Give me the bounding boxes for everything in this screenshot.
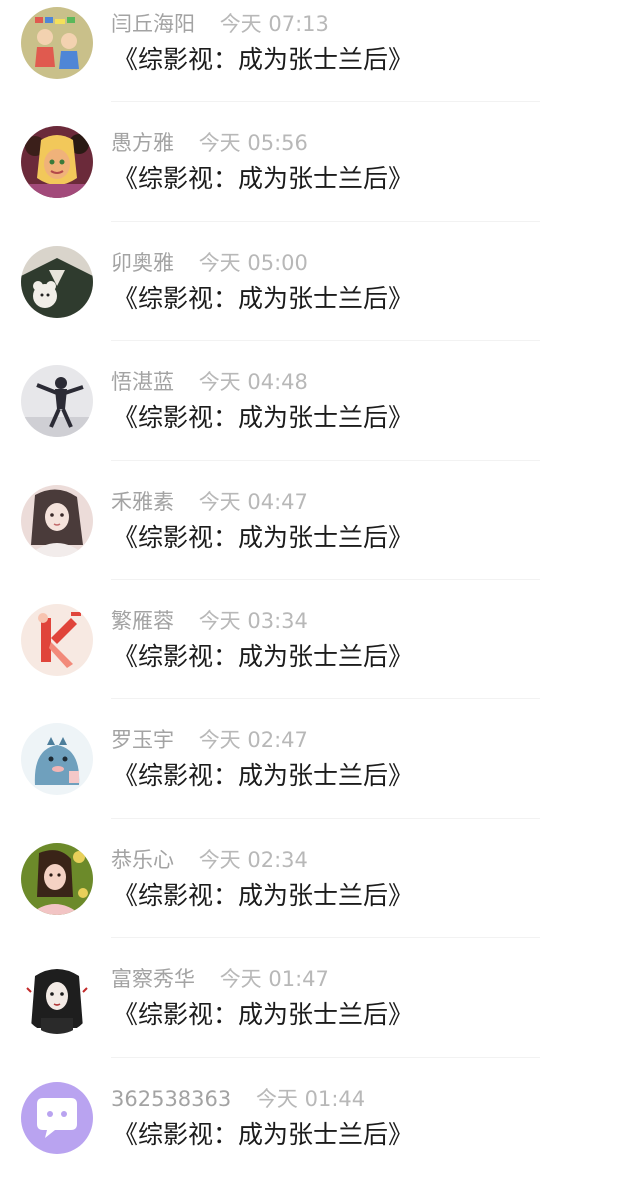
list-item[interactable]: 闫丘海阳 今天 07:13 《综影视：成为张士兰后》: [0, 0, 640, 119]
animated-princesses-avatar-icon[interactable]: [21, 126, 93, 199]
divider: [111, 1056, 540, 1058]
commenter-name[interactable]: 禾雅素: [111, 490, 174, 514]
comment-time: 今天 04:47: [198, 489, 308, 514]
divider: [111, 698, 540, 700]
commenter-name[interactable]: 富察秀华: [111, 967, 195, 991]
comment-text: 《综影视：成为张士兰后》: [113, 1119, 414, 1149]
jumping-person-avatar-icon[interactable]: [21, 365, 93, 438]
commenter-name[interactable]: 闫丘海阳: [111, 12, 195, 36]
divider: [111, 101, 540, 103]
list-item[interactable]: 禾雅素 今天 04:47 《综影视：成为张士兰后》: [0, 478, 640, 597]
comment-text: 《综影视：成为张士兰后》: [113, 403, 414, 433]
divider: [111, 459, 540, 461]
dark-haired-girl-avatar-icon[interactable]: [21, 962, 93, 1035]
commenter-name[interactable]: 362538363: [111, 1087, 231, 1111]
comment-time: 今天 02:34: [198, 847, 308, 872]
commenter-name[interactable]: 恭乐心: [111, 848, 174, 872]
list-item[interactable]: 悟湛蓝 今天 04:48 《综影视：成为张士兰后》: [0, 358, 640, 477]
comment-text: 《综影视：成为张士兰后》: [113, 45, 414, 74]
comment-time: 今天 04:48: [198, 370, 308, 395]
commenter-name[interactable]: 卯奥雅: [111, 251, 174, 275]
chat-bubble-avatar-icon[interactable]: [21, 1081, 93, 1154]
comment-time: 今天 01:44: [255, 1086, 366, 1111]
divider: [111, 340, 540, 342]
divider: [111, 578, 540, 580]
list-item[interactable]: 罗玉宇 今天 02:47 《综影视：成为张士兰后》: [0, 716, 640, 835]
comment-text: 《综影视：成为张士兰后》: [113, 522, 414, 552]
commenter-name[interactable]: 罗玉宇: [111, 728, 174, 752]
comment-time: 今天 05:00: [198, 250, 308, 275]
list-item[interactable]: 富察秀华 今天 01:47 《综影视：成为张士兰后》: [0, 955, 640, 1074]
commenter-name[interactable]: 悟湛蓝: [111, 370, 174, 394]
comment-list: 闫丘海阳 今天 07:13 《综影视：成为张士兰后》 愚方雅 今天 05:56: [0, 0, 640, 1194]
comment-text: 《综影视：成为张士兰后》: [113, 1000, 414, 1030]
divider: [111, 817, 540, 819]
comment-time: 今天 07:13: [219, 12, 329, 36]
comment-time: 今天 05:56: [198, 131, 308, 156]
commenter-name[interactable]: 繁雁蓉: [111, 609, 174, 633]
list-item[interactable]: 362538363 今天 01:44 《综影视：成为张士兰后》: [0, 1075, 640, 1194]
comment-time: 今天 02:47: [198, 728, 308, 753]
cartoon-kids-avatar-icon[interactable]: [21, 7, 93, 79]
comment-text: 《综影视：成为张士兰后》: [113, 880, 414, 910]
comment-time: 今天 03:34: [198, 608, 308, 633]
comment-text: 《综影视：成为张士兰后》: [113, 761, 414, 791]
illustrated-girl-avatar-icon[interactable]: [21, 484, 93, 557]
comment-text: 《综影视：成为张士兰后》: [113, 283, 414, 313]
list-item[interactable]: 恭乐心 今天 02:34 《综影视：成为张士兰后》: [0, 836, 640, 955]
commenter-name[interactable]: 愚方雅: [111, 131, 174, 155]
list-item[interactable]: 繁雁蓉 今天 03:34 《综影视：成为张士兰后》: [0, 597, 640, 716]
comment-text: 《综影视：成为张士兰后》: [113, 641, 414, 671]
list-item[interactable]: 愚方雅 今天 05:56 《综影视：成为张士兰后》: [0, 119, 640, 238]
list-item[interactable]: 卯奥雅 今天 05:00 《综影视：成为张士兰后》: [0, 239, 640, 358]
girl-with-flowers-avatar-icon[interactable]: [21, 842, 93, 915]
comment-time: 今天 01:47: [219, 967, 329, 992]
divider: [111, 220, 540, 222]
uniform-plush-avatar-icon[interactable]: [21, 245, 93, 318]
comment-text: 《综影视：成为张士兰后》: [113, 164, 414, 194]
blue-dinosaur-avatar-icon[interactable]: [21, 723, 93, 796]
divider: [111, 937, 540, 939]
red-figure-illustration-avatar-icon[interactable]: [21, 603, 93, 676]
